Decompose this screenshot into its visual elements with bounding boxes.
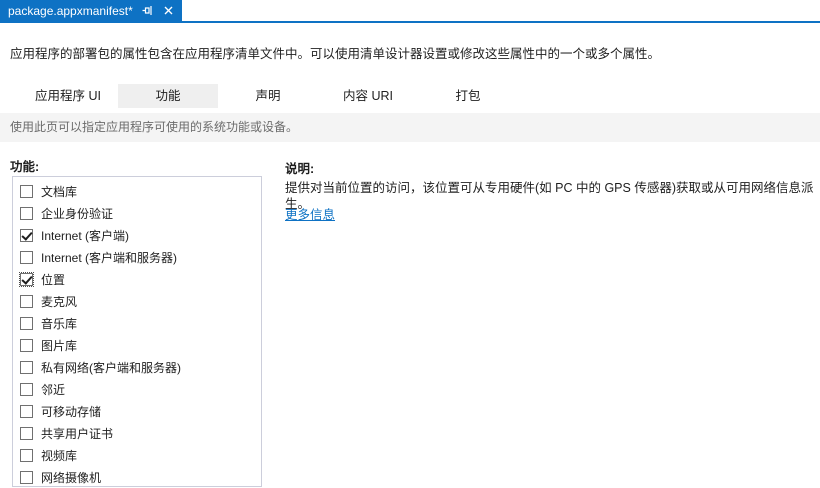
capability-label: Internet (客户端和服务器) [41, 250, 178, 265]
capability-label: 麦克风 [41, 294, 78, 309]
capability-checkbox[interactable] [20, 360, 33, 374]
pin-icon[interactable] [142, 5, 154, 17]
designer-tab-5[interactable]: 打包 [418, 84, 518, 108]
capability-row[interactable]: 可移动存储 [13, 400, 261, 422]
capability-label: 私有网络(客户端和服务器) [41, 360, 181, 375]
capability-label: 共享用户证书 [41, 426, 114, 441]
capabilities-label: 功能: [10, 160, 40, 174]
capability-row[interactable]: 共享用户证书 [13, 422, 261, 444]
capability-label: Internet (客户端) [41, 228, 130, 243]
document-tab-title: package.appxmanifest* [8, 3, 133, 18]
capability-row[interactable]: 文档库 [13, 180, 261, 202]
capability-checkbox[interactable] [19, 271, 34, 287]
page-hint-bar: 使用此页可以指定应用程序可使用的系统功能或设备。 [0, 113, 820, 142]
capability-row[interactable]: 视频库 [13, 444, 261, 466]
capability-checkbox[interactable] [20, 184, 33, 198]
capability-checkbox[interactable] [20, 382, 33, 396]
capability-label: 企业身份验证 [41, 206, 114, 221]
capability-checkbox[interactable] [20, 206, 33, 220]
capability-checkbox[interactable] [20, 250, 33, 264]
capability-row[interactable]: Internet (客户端和服务器) [13, 246, 261, 268]
capability-checkbox[interactable] [20, 338, 33, 352]
capability-row[interactable]: 企业身份验证 [13, 202, 261, 224]
capability-label: 位置 [41, 272, 66, 287]
manifest-intro-text: 应用程序的部署包的属性包含在应用程序清单文件中。可以使用清单设计器设置或修改这些… [10, 47, 661, 61]
designer-tab-strip: 应用程序 UI 功能 声明 内容 URI 打包 [18, 84, 518, 108]
capability-row[interactable]: Internet (客户端) [13, 224, 261, 246]
capabilities-listbox[interactable]: 文档库企业身份验证 Internet (客户端) Internet (客户端和服务器… [12, 176, 262, 487]
capability-label: 图片库 [41, 338, 78, 353]
close-icon[interactable] [163, 5, 175, 17]
capability-row[interactable]: 图片库 [13, 334, 261, 356]
capability-row[interactable]: 私有网络(客户端和服务器) [13, 356, 261, 378]
designer-tab-3[interactable]: 声明 [218, 84, 318, 108]
tab-accent-line [0, 21, 820, 23]
page-hint-text: 使用此页可以指定应用程序可使用的系统功能或设备。 [10, 120, 299, 134]
capability-row[interactable]: 麦克风 [13, 290, 261, 312]
capability-row[interactable]: 位置 [13, 268, 261, 290]
designer-tab-2[interactable]: 功能 [118, 84, 218, 108]
document-tab[interactable]: package.appxmanifest* [0, 0, 182, 21]
capability-checkbox[interactable] [20, 316, 33, 330]
capability-row[interactable]: 网络摄像机 [13, 466, 261, 486]
capability-checkbox[interactable] [20, 294, 33, 308]
capability-label: 音乐库 [41, 316, 78, 331]
capability-checkbox[interactable] [20, 448, 33, 462]
capability-row[interactable]: 音乐库 [13, 312, 261, 334]
capability-row[interactable]: 邻近 [13, 378, 261, 400]
designer-tab-1[interactable]: 应用程序 UI [18, 84, 118, 108]
capability-checkbox[interactable] [20, 426, 33, 440]
capability-checkbox[interactable] [20, 228, 33, 242]
capability-checkbox[interactable] [20, 470, 33, 484]
description-label: 说明: [285, 162, 315, 176]
capability-label: 可移动存储 [41, 404, 102, 419]
capability-label: 视频库 [41, 448, 78, 463]
capability-checkbox[interactable] [20, 404, 33, 418]
capability-label: 文档库 [41, 184, 78, 199]
description-text: 提供对当前位置的访问，该位置可从专用硬件(如 PC 中的 GPS 传感器)获取或… [285, 181, 814, 211]
more-info-link[interactable]: 更多信息 [285, 204, 335, 223]
designer-tab-4[interactable]: 内容 URI [318, 84, 418, 108]
capability-label: 邻近 [41, 382, 66, 397]
capability-label: 网络摄像机 [41, 470, 102, 485]
